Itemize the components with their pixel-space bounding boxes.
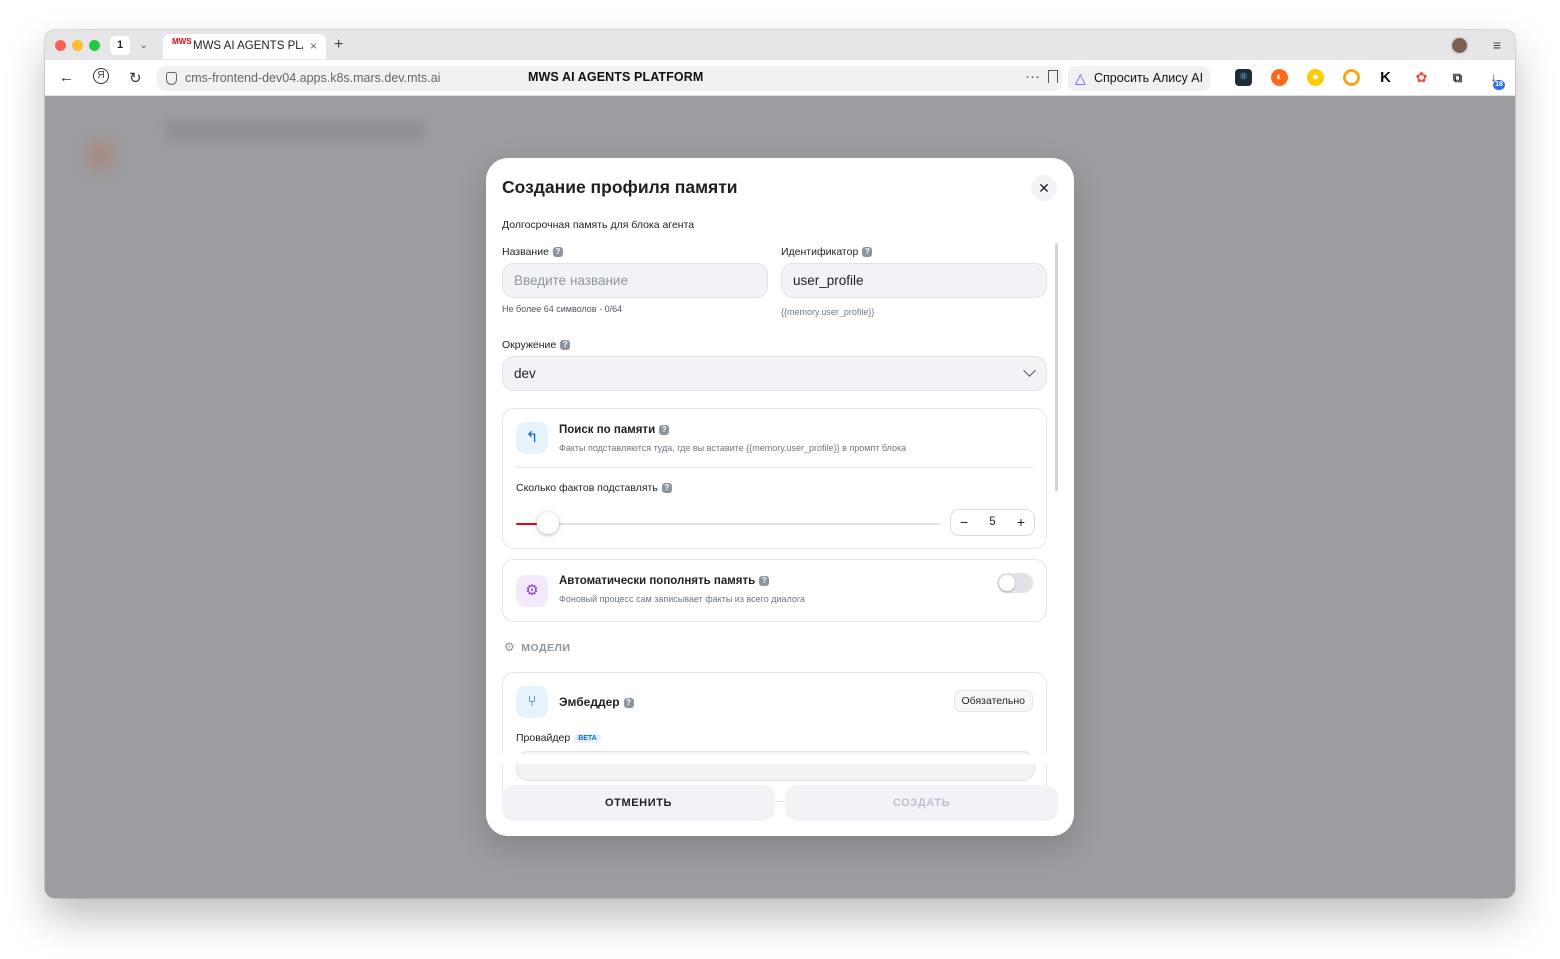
url-text: cms-frontend-dev04.apps.k8s.mars.dev.mts… [185,71,441,85]
network-icon: ⑂ [516,686,548,718]
help-icon[interactable]: ? [759,575,770,586]
tab-count-badge[interactable]: 1 [110,36,130,55]
profile-avatar-icon[interactable] [1450,36,1469,55]
tab-title: MWS AI AGENTS PLATFORM [193,40,303,52]
color-ring-extension-icon[interactable] [1343,69,1360,86]
toggle-knob [999,575,1015,591]
reply-arrow-icon: ↰ [516,422,548,454]
environment-value: dev [514,366,536,381]
close-icon[interactable]: × [310,39,317,53]
auto-fill-title-text: Автоматически пополнять память [559,575,756,587]
orange-extension-icon[interactable]: ◐ [1271,69,1288,86]
name-label-text: Название [502,246,549,258]
auto-fill-card: ⚙ Автоматически пополнять память? Фоновы… [502,559,1047,622]
facts-slider-thumb[interactable] [537,512,560,534]
dialog-subtitle: Долгосрочная память для блока агента [502,219,695,231]
yandex-icon[interactable]: Я [93,68,109,84]
address-bar: ← Я ↻ cms-frontend-dev04.apps.k8s.mars.d… [45,60,1515,96]
embedder-card: ⑂ Эмбеддер? Обязательно Провайдер BETA [502,672,1047,802]
puzzle-extension-icon[interactable]: ⧉ [1449,69,1466,86]
facts-count-label-text: Сколько фактов подставлять [516,482,658,494]
minimize-window-button[interactable] [72,40,83,51]
facts-count-label: Сколько фактов подставлять? [516,482,672,494]
identifier-input[interactable]: user_profile [781,263,1047,298]
more-dots-icon[interactable]: ··· [1025,68,1040,85]
help-icon[interactable]: ? [661,483,672,494]
embedder-title: Эмбеддер? [559,695,634,709]
browser-window: 1 ⌄ MWS MWS AI AGENTS PLATFORM × + ≡ ← Я… [45,30,1515,898]
cancel-button[interactable]: ОТМЕНИТЬ [502,785,775,821]
environment-label-text: Окружение [502,339,557,351]
ask-alice-label: Спросить Алису AI [1094,71,1204,85]
identifier-hint: {{memory.user_profile}} [781,307,875,317]
models-section-heading: ⚙ МОДЕЛИ [504,640,570,654]
yellow-circle-extension-icon[interactable]: ● [1307,69,1324,86]
models-section-text: МОДЕЛИ [521,642,571,654]
divider [516,467,1033,468]
back-arrow-icon[interactable]: ← [59,69,74,86]
name-input[interactable]: Введите название [502,263,768,298]
auto-fill-title: Автоматически пополнять память? [559,575,770,587]
maximize-window-button[interactable] [89,40,100,51]
identifier-label: Идентификатор? [781,246,873,258]
auto-fill-toggle[interactable] [997,573,1033,593]
help-icon[interactable]: ? [623,697,634,708]
beta-badge: BETA [574,733,601,743]
ask-alice-button[interactable]: △ Спросить Алису AI [1068,66,1210,91]
browser-tab[interactable]: MWS MWS AI AGENTS PLATFORM × [163,34,326,59]
memory-search-card: ↰ Поиск по памяти? Факты подставляются т… [502,408,1047,549]
plus-icon[interactable]: + [1017,514,1025,530]
memory-search-title-text: Поиск по памяти [559,424,656,436]
facts-slider-track[interactable] [516,523,940,525]
url-field[interactable]: cms-frontend-dev04.apps.k8s.mars.dev.mts… [157,66,1062,91]
name-label: Название? [502,246,563,258]
required-badge: Обязательно [953,690,1033,712]
tab-bar: 1 ⌄ MWS MWS AI AGENTS PLATFORM × + ≡ [45,30,1515,60]
provider-label: Провайдер BETA [516,732,601,744]
close-window-button[interactable] [55,40,66,51]
dialog-scrollbar[interactable] [1055,243,1058,491]
chevron-down-icon[interactable]: ⌄ [139,38,148,51]
help-icon[interactable]: ? [552,247,563,258]
background-logo-blurred [85,140,115,170]
reload-icon[interactable]: ↻ [129,69,142,87]
k-extension-icon[interactable]: K [1377,69,1394,86]
alice-triangle-icon: △ [1075,70,1086,86]
react-devtools-icon[interactable]: ⚛ [1235,69,1252,86]
facts-stepper: − 5 + [950,509,1035,536]
facts-slider-fill [516,523,538,525]
dialog-title: Создание профиля памяти [502,177,738,197]
auto-fill-description: Фоновый процесс сам записывает факты из … [559,594,805,604]
identifier-label-text: Идентификатор [781,246,859,258]
environment-label: Окружение? [502,339,571,351]
new-tab-plus-icon[interactable]: + [334,36,343,54]
mws-favicon-icon: MWS [172,37,192,46]
memory-search-description: Факты подставляются туда, где вы вставит… [559,443,907,453]
hamburger-menu-icon[interactable]: ≡ [1493,37,1501,53]
embedder-title-text: Эмбеддер [559,695,620,709]
background-header-blurred [165,120,425,142]
bookmark-icon[interactable] [1048,70,1058,83]
help-icon[interactable]: ? [659,424,670,435]
memory-search-title: Поиск по памяти? [559,424,670,436]
help-icon[interactable]: ? [862,247,873,258]
provider-label-text: Провайдер [516,732,571,744]
create-memory-profile-dialog: Создание профиля памяти ✕ Долгосрочная п… [486,158,1074,836]
page-title: MWS AI AGENTS PLATFORM [528,70,704,84]
shield-icon[interactable] [166,72,177,85]
chevron-down-icon [1023,364,1036,377]
flower-extension-icon[interactable]: ✿ [1413,69,1430,86]
name-hint: Не более 64 символов · 0/64 [502,304,623,314]
scroll-fade [486,754,1074,764]
create-button[interactable]: СОЗДАТЬ [785,785,1058,821]
download-count-badge: 18 [1493,80,1505,90]
gear-icon: ⚙ [504,640,516,654]
close-dialog-button[interactable]: ✕ [1031,175,1057,201]
help-icon[interactable]: ? [560,340,571,351]
environment-select[interactable]: dev [502,356,1047,391]
brain-icon: ⚙ [516,575,548,607]
